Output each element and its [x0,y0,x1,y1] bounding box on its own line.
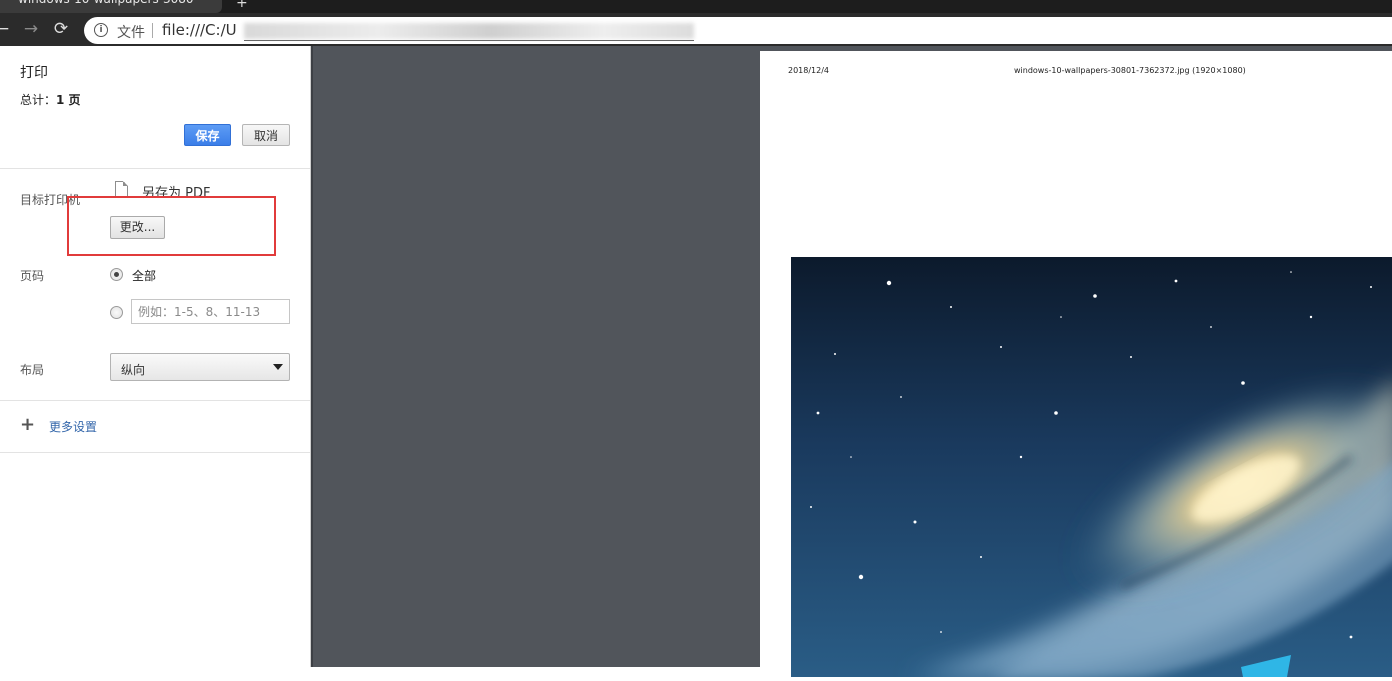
address-bar[interactable]: i 文件 file:///C:/U [84,17,1392,44]
save-button[interactable]: 保存 [184,124,231,146]
omnibox-separator [152,23,153,38]
summary-label: 总计： [20,93,57,107]
scheme-label: 文件 [117,25,145,41]
section-divider [0,452,310,453]
section-divider [0,168,310,169]
galaxy-wallpaper-image [791,257,1392,677]
browser-tab[interactable]: windows-10-wallpapers-3080 [0,0,222,13]
browser-toolbar: ← → ⟳ i 文件 file:///C:/U [0,13,1392,46]
cancel-button[interactable]: 取消 [242,124,290,146]
print-settings-panel: 打印 总计：1 页 保存 取消 目标打印机 另存为 PDF 更改... 页码 全… [0,46,311,667]
pages-all-label: 全部 [132,269,157,283]
annotation-highlight-box [67,196,276,256]
url-text[interactable]: file:///C:/U [162,21,237,39]
info-icon[interactable]: i [94,23,108,37]
preview-edge [311,46,313,667]
more-settings-link[interactable]: 更多设置 [49,418,97,435]
forward-arrow-icon[interactable]: → [21,19,41,39]
back-arrow-icon[interactable]: ← [0,19,12,39]
reload-icon[interactable]: ⟳ [51,19,71,39]
tab-title: windows-10-wallpapers-3080 [18,0,194,6]
pages-custom-radio[interactable] [110,306,123,319]
pages-range-input[interactable] [131,299,290,324]
chevron-down-icon [273,364,283,370]
destination-label: 目标打印机 [20,193,81,207]
preview-page: 2018/12/4 windows-10-wallpapers-30801-73… [760,51,1392,681]
plus-icon[interactable]: + [20,416,35,434]
print-title: 打印 [20,65,48,81]
change-destination-button[interactable]: 更改... [110,216,165,239]
section-divider [0,400,310,401]
pages-all-radio[interactable] [110,268,123,281]
page-header-date: 2018/12/4 [788,66,830,75]
layout-select-value: 纵向 [121,363,146,377]
url-redaction [244,23,694,39]
page-summary: 总计：1 页 [20,91,81,108]
tab-strip: windows-10-wallpapers-3080 + [0,0,1392,13]
print-preview-area: 2018/12/4 windows-10-wallpapers-30801-73… [311,46,1392,681]
new-tab-button[interactable]: + [236,0,248,11]
summary-value: 1 页 [56,93,81,107]
destination-name: 另存为 PDF [142,186,211,201]
pages-label: 页码 [20,269,45,283]
layout-select[interactable]: 纵向 [110,353,290,381]
layout-label: 布局 [20,363,45,377]
page-header-filename: windows-10-wallpapers-30801-7362372.jpg … [1014,66,1246,75]
url-redaction-line [244,40,694,41]
document-icon [115,181,128,198]
